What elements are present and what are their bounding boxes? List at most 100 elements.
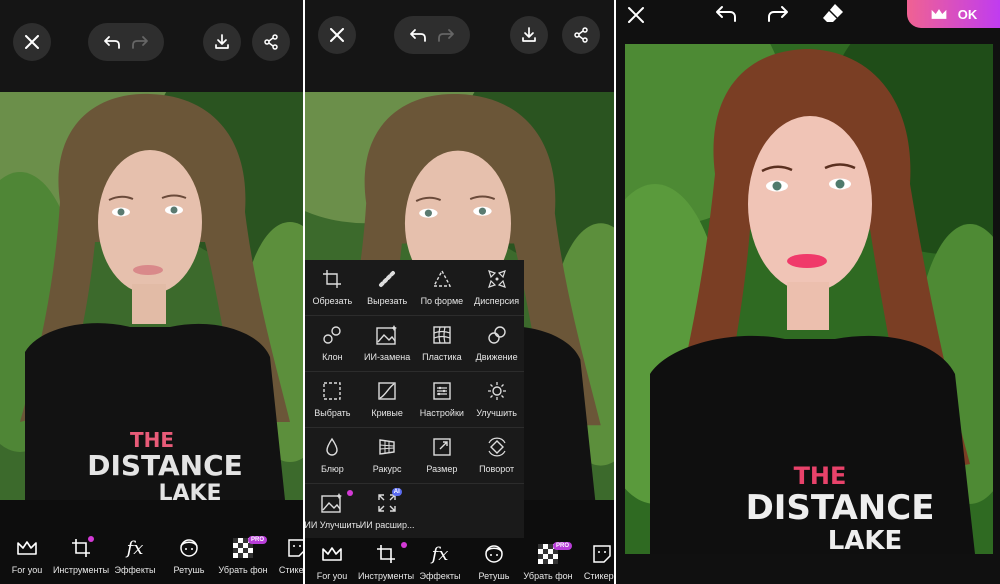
menu-item-crop[interactable]: Обрезать bbox=[305, 260, 360, 316]
menu-item-label: По форме bbox=[420, 296, 464, 306]
ai-replace-icon bbox=[376, 325, 398, 345]
menu-row: ИИ Улучшить AI ИИ расшир... bbox=[304, 484, 524, 540]
tool-label: Эффекты bbox=[419, 571, 461, 581]
menu-item-warp[interactable]: Пластика bbox=[415, 316, 470, 372]
menu-item-label: Обрезать bbox=[312, 296, 353, 306]
tool-label: Инструменты bbox=[52, 565, 110, 575]
tool-label: For you bbox=[316, 571, 348, 581]
menu-item-cutout[interactable]: Вырезать bbox=[360, 260, 415, 316]
download-button[interactable] bbox=[203, 23, 241, 61]
menu-item-perspective[interactable]: Ракурс bbox=[360, 428, 415, 484]
menu-row: Клон ИИ-замена Пластика Движение bbox=[305, 316, 524, 372]
tool-stickers[interactable]: Стикеры bbox=[270, 534, 303, 584]
redo-icon[interactable] bbox=[437, 28, 455, 42]
close-icon bbox=[25, 35, 39, 49]
menu-item-shape[interactable]: По форме bbox=[415, 260, 470, 316]
menu-item-rotate[interactable]: Поворот bbox=[469, 428, 524, 484]
share-button[interactable] bbox=[562, 16, 600, 54]
menu-row: Выбрать Кривые Настройки Улучшить bbox=[305, 372, 524, 428]
undo-icon[interactable] bbox=[103, 35, 121, 49]
close-button[interactable] bbox=[318, 16, 356, 54]
tool-label: Убрать фон bbox=[218, 565, 268, 575]
tool-label: Ретушь bbox=[173, 565, 205, 575]
menu-item-label: ИИ расшир... bbox=[359, 520, 415, 530]
tool-retouch[interactable]: Ретушь bbox=[467, 540, 521, 584]
tool-for-you[interactable]: For you bbox=[305, 540, 359, 584]
resize-icon bbox=[433, 438, 451, 456]
menu-item-enhance[interactable]: Улучшить bbox=[469, 372, 524, 428]
tool-remove-bg[interactable]: PRO Убрать фон bbox=[216, 534, 270, 584]
ok-button[interactable]: OK bbox=[907, 0, 1000, 28]
close-icon[interactable] bbox=[626, 5, 646, 25]
redo-icon[interactable] bbox=[766, 4, 790, 24]
menu-item-dispersion[interactable]: Дисперсия bbox=[469, 260, 524, 316]
enhanced-portrait-photo: THE DISTANCE LAKE bbox=[625, 44, 993, 554]
fx-icon: fx bbox=[126, 537, 144, 559]
tool-effects[interactable]: fx Эффекты bbox=[108, 534, 162, 584]
warp-grid-icon bbox=[433, 326, 451, 344]
download-button[interactable] bbox=[510, 16, 548, 54]
menu-item-select[interactable]: Выбрать bbox=[305, 372, 360, 428]
pro-badge: PRO bbox=[248, 536, 268, 544]
eraser-icon[interactable] bbox=[821, 2, 845, 24]
menu-item-resize[interactable]: Размер bbox=[415, 428, 470, 484]
share-button[interactable] bbox=[252, 23, 290, 61]
redo-icon[interactable] bbox=[131, 35, 149, 49]
shape-triangle-icon bbox=[432, 269, 452, 287]
ok-label: OK bbox=[957, 6, 978, 22]
shirt-text-lake: LAKE bbox=[158, 481, 221, 500]
menu-item-blur[interactable]: Блюр bbox=[305, 428, 360, 484]
new-dot bbox=[401, 542, 407, 548]
select-icon bbox=[323, 382, 342, 400]
tool-for-you[interactable]: For you bbox=[0, 534, 54, 584]
blur-drop-icon bbox=[326, 437, 339, 456]
tool-instruments[interactable]: Инструменты bbox=[357, 540, 415, 584]
tool-remove-bg[interactable]: PRO Убрать фон bbox=[521, 540, 575, 584]
menu-item-motion[interactable]: Движение bbox=[469, 316, 524, 372]
tool-effects[interactable]: fx Эффекты bbox=[413, 540, 467, 584]
photo-canvas[interactable]: THE DISTANCE LAKE bbox=[625, 44, 993, 554]
crown-icon bbox=[322, 547, 342, 561]
top-toolbar: OK bbox=[616, 0, 1000, 40]
tool-stickers[interactable]: Стикеры bbox=[575, 540, 614, 584]
tool-label: Эффекты bbox=[114, 565, 156, 575]
tool-instruments[interactable]: Инструменты bbox=[52, 534, 110, 584]
menu-item-label: Размер bbox=[426, 464, 458, 474]
editor-panel-result: OK THE DISTANCE LAKE bbox=[616, 0, 1000, 584]
menu-item-label: Клон bbox=[322, 352, 343, 362]
menu-item-label: Дисперсия bbox=[474, 296, 520, 306]
adjust-icon bbox=[433, 382, 451, 400]
menu-item-label: Блюр bbox=[320, 464, 344, 474]
menu-item-ai-enhance[interactable]: ИИ Улучшить bbox=[304, 484, 361, 540]
face-icon bbox=[180, 539, 198, 557]
ai-enhance-icon bbox=[321, 493, 343, 513]
close-button[interactable] bbox=[13, 23, 51, 61]
download-icon bbox=[215, 34, 229, 49]
menu-item-settings[interactable]: Настройки bbox=[415, 372, 470, 428]
close-icon bbox=[330, 28, 344, 42]
pro-badge: PRO bbox=[553, 542, 573, 550]
tool-label: Инструменты bbox=[357, 571, 415, 581]
undo-icon[interactable] bbox=[409, 28, 427, 42]
tool-label: Убрать фон bbox=[523, 571, 573, 581]
menu-item-clone[interactable]: Клон bbox=[305, 316, 360, 372]
undo-redo-group bbox=[394, 16, 470, 54]
rotate-icon bbox=[488, 437, 506, 457]
new-dot bbox=[347, 490, 353, 496]
menu-item-ai-expand[interactable]: AI ИИ расшир... bbox=[360, 484, 415, 540]
portrait-photo: THE DISTANCE LAKE bbox=[0, 92, 303, 500]
cutout-icon bbox=[379, 271, 396, 287]
perspective-icon bbox=[379, 439, 395, 455]
top-toolbar bbox=[305, 0, 614, 92]
ai-expand-icon bbox=[378, 494, 396, 512]
undo-icon[interactable] bbox=[714, 4, 738, 24]
tool-retouch[interactable]: Ретушь bbox=[162, 534, 216, 584]
menu-item-label: Улучшить bbox=[476, 408, 517, 418]
editor-panel-original: THE DISTANCE LAKE For you Инструменты fx… bbox=[0, 0, 303, 584]
share-icon bbox=[264, 34, 278, 50]
photo-canvas[interactable]: THE DISTANCE LAKE bbox=[0, 92, 303, 500]
menu-item-label: ИИ Улучшить bbox=[304, 520, 361, 530]
menu-item-curves[interactable]: Кривые bbox=[360, 372, 415, 428]
sticker-icon bbox=[288, 539, 303, 557]
menu-item-ai-replace[interactable]: ИИ-замена bbox=[360, 316, 415, 372]
